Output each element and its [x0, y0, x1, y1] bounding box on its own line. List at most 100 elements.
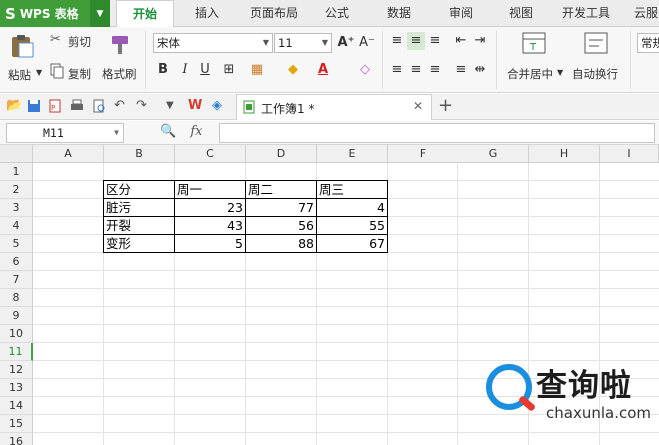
row-header[interactable]: 12 — [0, 361, 33, 379]
wps-w-icon[interactable]: W — [188, 99, 202, 113]
export-pdf-icon[interactable]: P — [48, 99, 62, 113]
clear-format-icon[interactable]: ◇ — [356, 61, 374, 79]
align-middle-icon[interactable]: ≡ — [407, 32, 425, 50]
font-name-select[interactable]: 宋体 ▼ — [153, 33, 273, 53]
spreadsheet-app: S WPS 表格 ▼ 开始 插入 页面布局 公式 数据 审阅 视图 开发工具 云… — [0, 0, 659, 445]
app-logo-button[interactable]: S WPS 表格 ▼ — [0, 0, 110, 27]
print-preview-icon[interactable] — [92, 99, 106, 113]
row-header[interactable]: 4 — [0, 217, 33, 235]
tab-data[interactable]: 数据 — [378, 0, 420, 27]
grid-line — [33, 306, 659, 307]
grow-font-button[interactable]: A⁺ — [337, 34, 355, 52]
row-header[interactable]: 16 — [0, 433, 33, 445]
cell-reference: M11 — [43, 126, 64, 140]
row-header[interactable]: 2 — [0, 181, 33, 199]
divider — [630, 31, 631, 89]
tab-formulas[interactable]: 公式 — [316, 0, 358, 27]
formula-input[interactable] — [219, 123, 655, 143]
chevron-down-icon: ▼ — [36, 68, 43, 77]
row-header[interactable]: 7 — [0, 271, 33, 289]
menu-bar: S WPS 表格 ▼ 开始 插入 页面布局 公式 数据 审阅 视图 开发工具 云… — [0, 0, 659, 28]
save-icon[interactable] — [27, 99, 41, 113]
row-header[interactable]: 5 — [0, 235, 33, 253]
document-tab[interactable]: 工作簿1 * ✕ — [236, 94, 432, 120]
row-header[interactable]: 1 — [0, 163, 33, 181]
tab-cloud[interactable]: 云服 — [626, 0, 659, 27]
merge-cells-icon: T — [522, 32, 546, 54]
spreadsheet-file-icon — [243, 100, 255, 117]
scissors-icon: ✂ — [50, 32, 61, 47]
row-header[interactable]: 14 — [0, 397, 33, 415]
font-color-button[interactable]: A — [314, 61, 332, 79]
svg-text:T: T — [529, 42, 537, 53]
watermark-url: chaxunla.com — [546, 404, 651, 422]
row-header[interactable]: 11 — [0, 343, 33, 361]
column-header[interactable]: E — [317, 145, 388, 163]
print-icon[interactable] — [70, 99, 84, 113]
row-header[interactable]: 9 — [0, 307, 33, 325]
shrink-font-button[interactable]: A⁻ — [358, 34, 376, 52]
formula-bar: M11 ▼ 🔍 fx — [0, 121, 659, 145]
grid-line — [33, 342, 659, 343]
column-header[interactable]: B — [104, 145, 175, 163]
font-name-value: 宋体 — [157, 36, 180, 50]
fill-color-icon[interactable]: ◆ — [284, 61, 302, 79]
distribute-icon[interactable]: ⇹ — [471, 61, 489, 79]
italic-button[interactable]: I — [176, 61, 194, 79]
chevron-down-icon: ▼ — [114, 128, 119, 137]
divider — [382, 31, 383, 89]
undo-icon[interactable]: ↶ — [114, 99, 128, 113]
name-box[interactable]: M11 ▼ — [6, 123, 124, 143]
column-header[interactable]: A — [33, 145, 104, 163]
format-painter-label: 格式刷 — [102, 67, 137, 81]
align-left-icon[interactable]: ≡ — [388, 61, 406, 79]
column-header[interactable]: G — [458, 145, 529, 163]
tab-developer[interactable]: 开发工具 — [556, 0, 616, 27]
column-header[interactable]: D — [246, 145, 317, 163]
number-format-select[interactable]: 常规 — [637, 33, 659, 53]
indent-increase-icon[interactable]: ⇥ — [471, 32, 489, 50]
bold-button[interactable]: B — [154, 61, 172, 79]
borders-icon[interactable]: ⊞ — [220, 61, 238, 79]
grid-line — [33, 288, 659, 289]
justify-icon[interactable]: ≡ — [452, 61, 470, 79]
chevron-down-icon[interactable]: ▼ — [166, 99, 180, 113]
wrap-text-icon — [584, 32, 608, 54]
fx-icon[interactable]: fx — [190, 124, 202, 139]
indent-decrease-icon[interactable]: ⇤ — [452, 32, 470, 50]
align-center-icon[interactable]: ≡ — [407, 61, 425, 79]
tab-insert[interactable]: 插入 — [182, 0, 232, 27]
row-header[interactable]: 10 — [0, 325, 33, 343]
font-size-value: 11 — [278, 36, 293, 50]
chevron-down-icon[interactable]: ▼ — [90, 0, 110, 27]
divider — [145, 31, 146, 89]
align-top-icon[interactable]: ≡ — [388, 32, 406, 50]
paintbrush-icon — [112, 36, 128, 54]
close-icon[interactable]: ✕ — [413, 99, 423, 113]
column-header[interactable]: C — [175, 145, 246, 163]
tab-home[interactable]: 开始 — [116, 0, 174, 28]
align-right-icon[interactable]: ≡ — [426, 61, 444, 79]
row-header[interactable]: 13 — [0, 379, 33, 397]
copy-label: 复制 — [68, 67, 91, 81]
underline-button[interactable]: U — [196, 61, 214, 79]
fill-pattern-icon[interactable]: ▦ — [248, 61, 266, 79]
redo-icon[interactable]: ↷ — [136, 99, 150, 113]
align-bottom-icon[interactable]: ≡ — [426, 32, 444, 50]
row-header[interactable]: 3 — [0, 199, 33, 217]
column-header[interactable]: F — [388, 145, 459, 163]
row-header[interactable]: 6 — [0, 253, 33, 271]
row-header[interactable]: 15 — [0, 415, 33, 433]
new-tab-icon[interactable]: + — [438, 95, 453, 116]
open-folder-icon[interactable]: 📂 — [6, 99, 22, 113]
tab-page-layout[interactable]: 页面布局 — [240, 0, 308, 27]
cube-icon[interactable]: ◈ — [212, 99, 226, 113]
select-all-corner[interactable] — [0, 145, 33, 163]
zoom-icon[interactable]: 🔍 — [160, 124, 176, 139]
font-size-select[interactable]: 11 ▼ — [274, 33, 332, 53]
column-header[interactable]: H — [529, 145, 600, 163]
row-header[interactable]: 8 — [0, 289, 33, 307]
tab-review[interactable]: 审阅 — [440, 0, 482, 27]
tab-view[interactable]: 视图 — [500, 0, 542, 27]
column-header[interactable]: I — [600, 145, 659, 163]
